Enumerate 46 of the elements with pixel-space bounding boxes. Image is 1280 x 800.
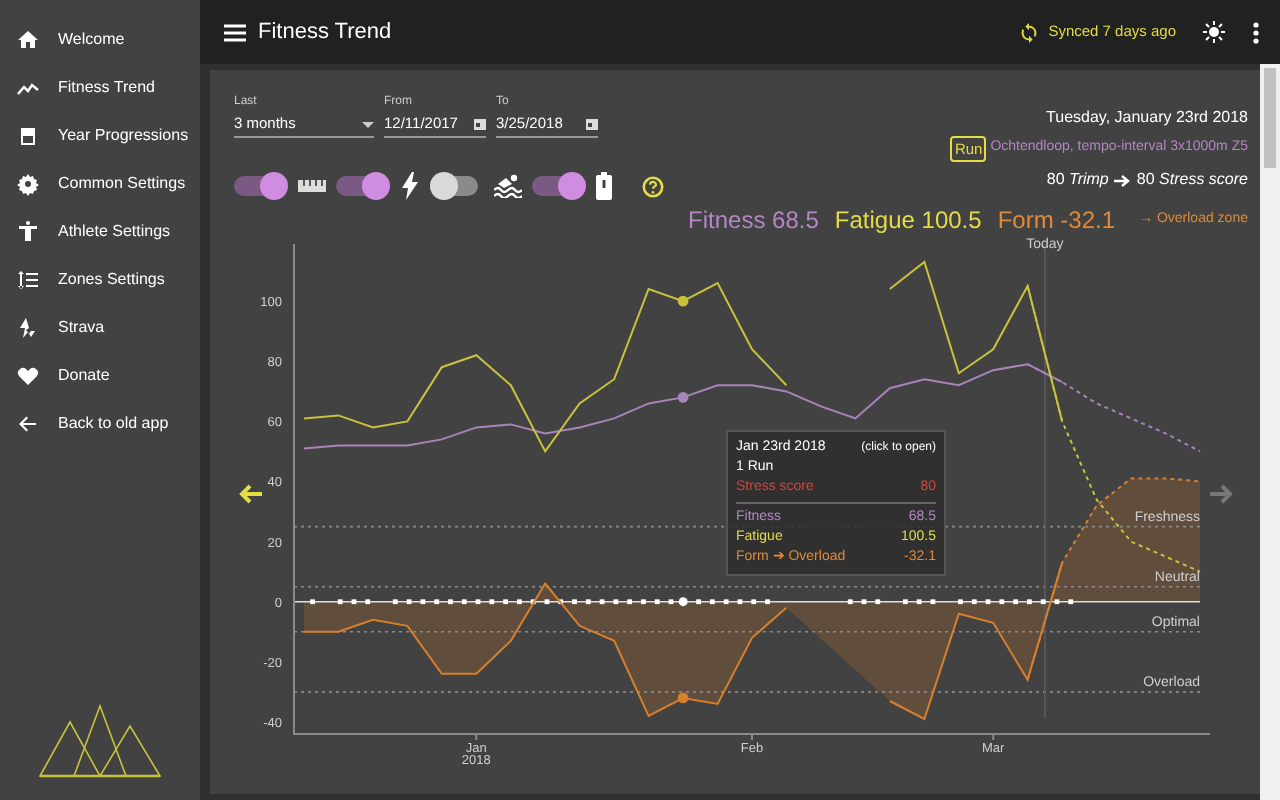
toggle-switch[interactable]: [234, 172, 288, 200]
heart-icon: [16, 364, 40, 388]
help-icon[interactable]: [642, 175, 664, 197]
dropdown-caret-icon: [362, 121, 374, 127]
sun-icon[interactable]: [1202, 20, 1226, 44]
sync-icon[interactable]: [1018, 21, 1041, 43]
arrow-right-icon: [1114, 173, 1131, 188]
gear-icon: [16, 172, 40, 196]
highlight-point: [678, 597, 688, 607]
sidebar-item[interactable]: Welcome: [0, 16, 200, 64]
sidebar-item[interactable]: Strava: [0, 304, 200, 352]
sidebar-item[interactable]: Fitness Trend: [0, 64, 200, 112]
calendar-icon: [474, 118, 486, 130]
lightning-icon: [400, 172, 420, 200]
trimp-value: 80 Trimp: [1046, 168, 1109, 193]
menu-icon[interactable]: [224, 23, 246, 41]
list-icon: [16, 268, 40, 292]
page-title: Fitness Trend: [258, 17, 392, 48]
toggle-switch[interactable]: [532, 172, 586, 200]
sidebar-item[interactable]: Athlete Settings: [0, 208, 200, 256]
logo-icon: [38, 704, 162, 778]
calendar-icon: [16, 124, 40, 148]
sidebar-item[interactable]: Common Settings: [0, 160, 200, 208]
ruler-icon: [298, 178, 326, 194]
arrow-left-icon[interactable]: [239, 484, 264, 504]
house-icon: [16, 28, 40, 52]
lightning-icon: [16, 316, 40, 340]
selected-date: Tuesday, January 23rd 2018: [1046, 106, 1248, 130]
swimmer-icon: [494, 174, 522, 198]
person-icon: [16, 220, 40, 244]
metric-value: Form -32.1: [997, 204, 1116, 237]
sidebar-item[interactable]: Donate: [0, 352, 200, 400]
arrow-left-icon: [16, 412, 40, 436]
toggle-switch[interactable]: [336, 172, 390, 200]
sidebar-item[interactable]: Zones Settings: [0, 256, 200, 304]
battery-icon: [596, 172, 612, 200]
highlight-point: [677, 692, 689, 704]
metric-value: Fatigue 100.5: [834, 204, 982, 239]
metric-value: Fitness 68.5: [688, 204, 819, 239]
more-icon[interactable]: [1252, 21, 1260, 43]
highlight-point: [677, 391, 689, 403]
highlight-point: [677, 295, 689, 307]
sidebar-item[interactable]: Back to old app: [0, 400, 200, 448]
calendar-icon: [586, 118, 598, 130]
sidebar-item[interactable]: Year Progressions: [0, 112, 200, 160]
stress-value: 80 Stress score: [1136, 168, 1248, 193]
